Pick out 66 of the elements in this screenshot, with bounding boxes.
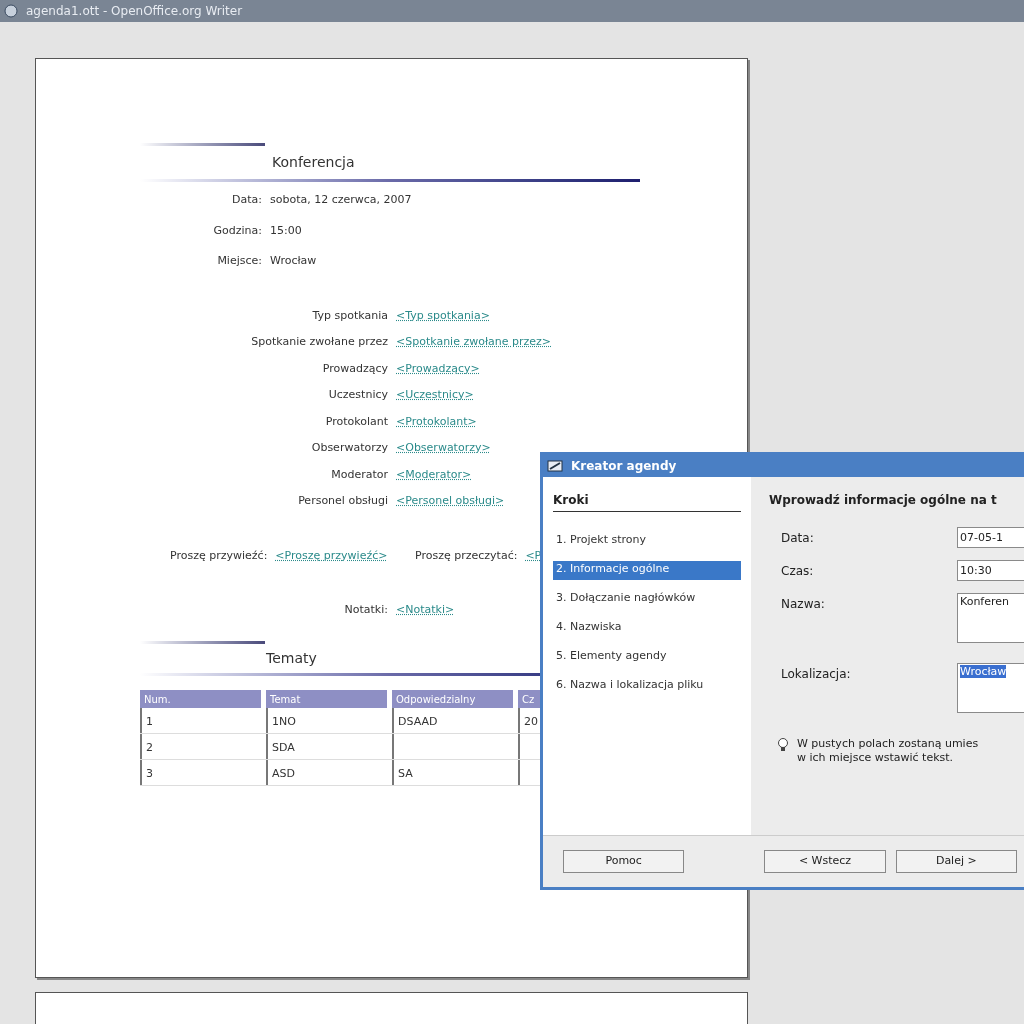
placeholder-field[interactable]: <Uczestnicy> xyxy=(396,387,474,404)
table-cell: 20 xyxy=(524,714,538,728)
role-label: Moderator xyxy=(330,466,388,483)
table-cell: 1 xyxy=(146,714,153,728)
hint-text: W pustych polach zostaną umies w ich miejsce wstawić tekst. xyxy=(797,737,979,765)
placeholder-field[interactable]: <Proszę przywieźć> xyxy=(275,547,388,564)
placeholder-field[interactable]: <Spotkanie zwołane przez> xyxy=(396,334,552,351)
info-value: Wrocław xyxy=(270,253,317,269)
input-field[interactable]: 07-05-1 xyxy=(957,527,1024,548)
table-cell: 1NO xyxy=(272,714,296,728)
role-label: Spotkanie zwołane przez xyxy=(250,334,388,350)
dialog-title: Kreator agendy xyxy=(571,458,677,475)
role-label: Typ spotkania xyxy=(311,307,388,324)
document-icon xyxy=(4,4,18,18)
table-cell: DSAAD xyxy=(398,714,438,728)
column-header: Odpowiedzialny xyxy=(392,689,513,708)
field-label: Nazwa: xyxy=(781,596,826,613)
window-title: agenda1.ott - OpenOffice.org Writer xyxy=(26,3,243,20)
steps-heading: Kroki xyxy=(553,491,741,512)
bring-label: Proszę przywieźć: xyxy=(170,547,268,564)
field-label: Czas: xyxy=(781,563,815,580)
step-item[interactable]: 3. Dołączanie nagłówków xyxy=(553,590,741,609)
table-cell: ASD xyxy=(272,766,295,780)
placeholder-field[interactable]: <Typ spotkania> xyxy=(396,307,490,324)
step-item[interactable]: 5. Elementy agendy xyxy=(553,648,741,667)
section-title: Konferencja xyxy=(272,153,355,172)
placeholder-field[interactable]: <Prowadzący> xyxy=(396,360,480,377)
dialog-button[interactable]: Pomoc xyxy=(563,850,685,873)
placeholder-field[interactable]: <Obserwatorzy> xyxy=(396,440,491,457)
input-field[interactable]: Wrocław xyxy=(957,663,1024,713)
section-title: Tematy xyxy=(266,648,317,668)
step-item[interactable]: 1. Projekt strony xyxy=(553,532,741,551)
table-cell: 2 xyxy=(146,740,153,754)
placeholder-field[interactable]: <Protokolant> xyxy=(396,413,477,430)
table-cell: 3 xyxy=(146,766,153,780)
field-label: Lokalizacja: xyxy=(781,666,852,683)
placeholder-field[interactable]: <Notatki> xyxy=(396,602,455,619)
column-header: Num. xyxy=(140,689,261,708)
info-label: Miejsce: xyxy=(216,253,262,269)
column-header: Temat xyxy=(266,689,387,708)
role-label: Personel obsługi xyxy=(297,493,388,509)
placeholder-field[interactable]: <P xyxy=(525,547,542,564)
wizard-icon xyxy=(547,459,563,473)
role-label: Protokolant xyxy=(324,413,388,430)
info-label: Data: xyxy=(231,192,262,208)
placeholder-field[interactable]: <Personel obsługi> xyxy=(396,493,505,510)
info-value: 15:00 xyxy=(270,222,302,239)
table-cell: SA xyxy=(398,766,413,780)
table-cell: SDA xyxy=(272,740,295,754)
step-item[interactable]: 4. Nazwiska xyxy=(553,619,741,638)
read-label: Proszę przeczytać: xyxy=(415,547,518,564)
placeholder-field[interactable]: <Moderator> xyxy=(396,466,472,483)
field-label: Data: xyxy=(781,530,815,547)
dialog-button[interactable]: < Wstecz xyxy=(764,850,886,873)
role-label: Obserwatorzy xyxy=(310,440,388,456)
info-label: Godzina: xyxy=(212,222,262,239)
input-field[interactable]: Konferen xyxy=(957,593,1024,643)
step-item[interactable]: 2. Informacje ogólne xyxy=(553,561,741,580)
dialog-button[interactable]: Dalej > xyxy=(895,850,1017,873)
input-field[interactable]: 10:30 xyxy=(957,560,1024,581)
role-label: Prowadzący xyxy=(321,360,388,377)
notes-label: Notatki: xyxy=(343,602,388,618)
info-value: sobota, 12 czerwca, 2007 xyxy=(270,192,412,208)
lightbulb-icon xyxy=(777,737,789,753)
page-heading: Wprowadź informacje ogólne na t xyxy=(769,492,998,509)
role-label: Uczestnicy xyxy=(327,387,388,403)
